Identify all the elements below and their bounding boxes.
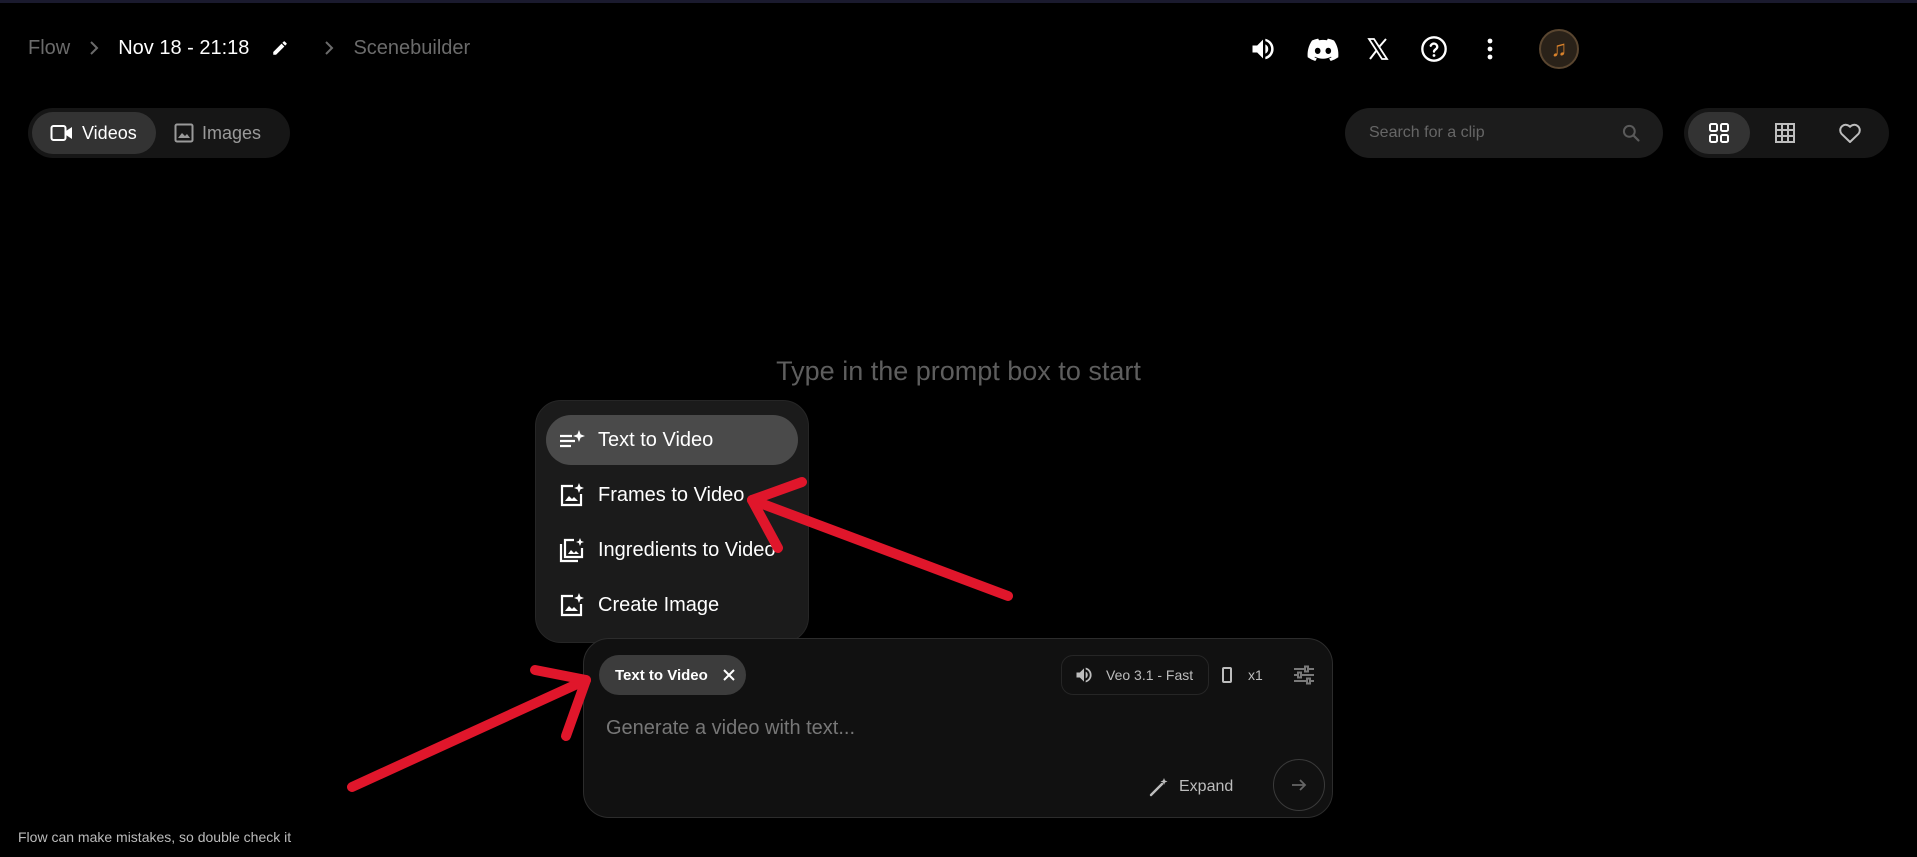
model-selector[interactable]: Veo 3.1 - Fast: [1061, 655, 1209, 695]
prompt-composer: Text to Video Veo 3.1 - Fast x1 Expand: [583, 638, 1333, 818]
music-note-icon: ♫: [1539, 29, 1579, 69]
send-button[interactable]: [1273, 759, 1325, 811]
search-icon[interactable]: [1621, 123, 1641, 143]
portrait-aspect-icon: [1222, 667, 1232, 683]
volume-icon[interactable]: [1240, 26, 1286, 72]
arrow-right-icon: [1292, 779, 1307, 791]
avatar[interactable]: ♫: [1536, 26, 1582, 72]
mode-menu: Text to Video Frames to Video Ingredient…: [535, 400, 809, 643]
mode-chip-label: Text to Video: [615, 666, 708, 684]
chevron-right-icon: [323, 40, 335, 56]
tab-images[interactable]: Images: [156, 112, 279, 154]
image-sparkle-icon: [558, 591, 586, 619]
breadcrumb-scenebuilder[interactable]: Scenebuilder: [353, 37, 470, 60]
menu-item-ingredients-to-video[interactable]: Ingredients to Video: [546, 525, 798, 575]
menu-item-label: Text to Video: [598, 428, 714, 451]
grid-small-icon: [1774, 123, 1795, 143]
x-icon[interactable]: [1355, 26, 1401, 72]
menu-item-create-image[interactable]: Create Image: [546, 580, 798, 630]
aspect-and-count[interactable]: x1: [1222, 655, 1263, 695]
grid-small-view-button[interactable]: [1754, 112, 1816, 154]
disclaimer-text: Flow can make mistakes, so double check …: [18, 829, 292, 845]
menu-item-frames-to-video[interactable]: Frames to Video: [546, 470, 798, 520]
expand-label: Expand: [1179, 778, 1234, 795]
view-toggle-group: [1684, 108, 1889, 158]
favorites-heart-icon: [1839, 123, 1861, 143]
favorites-view-button[interactable]: [1819, 112, 1881, 154]
prompt-input[interactable]: [604, 709, 1308, 747]
volume-icon: [1076, 667, 1092, 683]
tab-images-label: Images: [202, 122, 262, 143]
menu-item-label: Ingredients to Video: [598, 538, 776, 561]
project-title: Nov 18 - 21:18: [118, 36, 250, 59]
grid-large-icon: [1708, 123, 1729, 143]
media-type-tabs: Videos Images: [28, 108, 290, 158]
image-sparkle-icon: [558, 481, 586, 509]
edit-pencil-icon[interactable]: [271, 39, 289, 57]
annotation-arrow-chip: [347, 665, 591, 792]
discord-icon[interactable]: [1300, 26, 1346, 72]
breadcrumb: Flow Nov 18 - 21:18 Scenebuilder: [28, 36, 470, 60]
help-icon[interactable]: [1411, 26, 1457, 72]
magic-wand-icon: [1149, 778, 1168, 797]
tab-videos-label: Videos: [82, 122, 137, 143]
clip-search: [1345, 108, 1663, 158]
close-icon[interactable]: [722, 668, 736, 682]
mode-chip[interactable]: Text to Video: [599, 655, 746, 695]
window-top-border: [0, 0, 1917, 3]
tune-settings-icon[interactable]: [1284, 655, 1324, 695]
expand-button[interactable]: Expand: [1149, 767, 1233, 807]
breadcrumb-flow-link[interactable]: Flow: [28, 37, 70, 60]
text-sparkle-icon: [558, 426, 586, 454]
images-stack-icon: [558, 536, 586, 564]
menu-item-text-to-video[interactable]: Text to Video: [546, 415, 798, 465]
menu-item-label: Frames to Video: [598, 483, 745, 506]
image-icon: [174, 123, 194, 143]
model-name: Veo 3.1 - Fast: [1106, 667, 1194, 683]
grid-large-view-button[interactable]: [1688, 112, 1750, 154]
menu-item-label: Create Image: [598, 593, 720, 616]
more-vert-icon[interactable]: [1467, 26, 1513, 72]
chevron-right-icon: [88, 40, 100, 56]
tab-videos[interactable]: Videos: [32, 112, 156, 154]
output-count: x1: [1248, 667, 1263, 683]
videocam-icon: [50, 125, 72, 141]
search-input[interactable]: [1367, 123, 1621, 143]
empty-state-hint: Type in the prompt box to start: [776, 356, 1141, 386]
